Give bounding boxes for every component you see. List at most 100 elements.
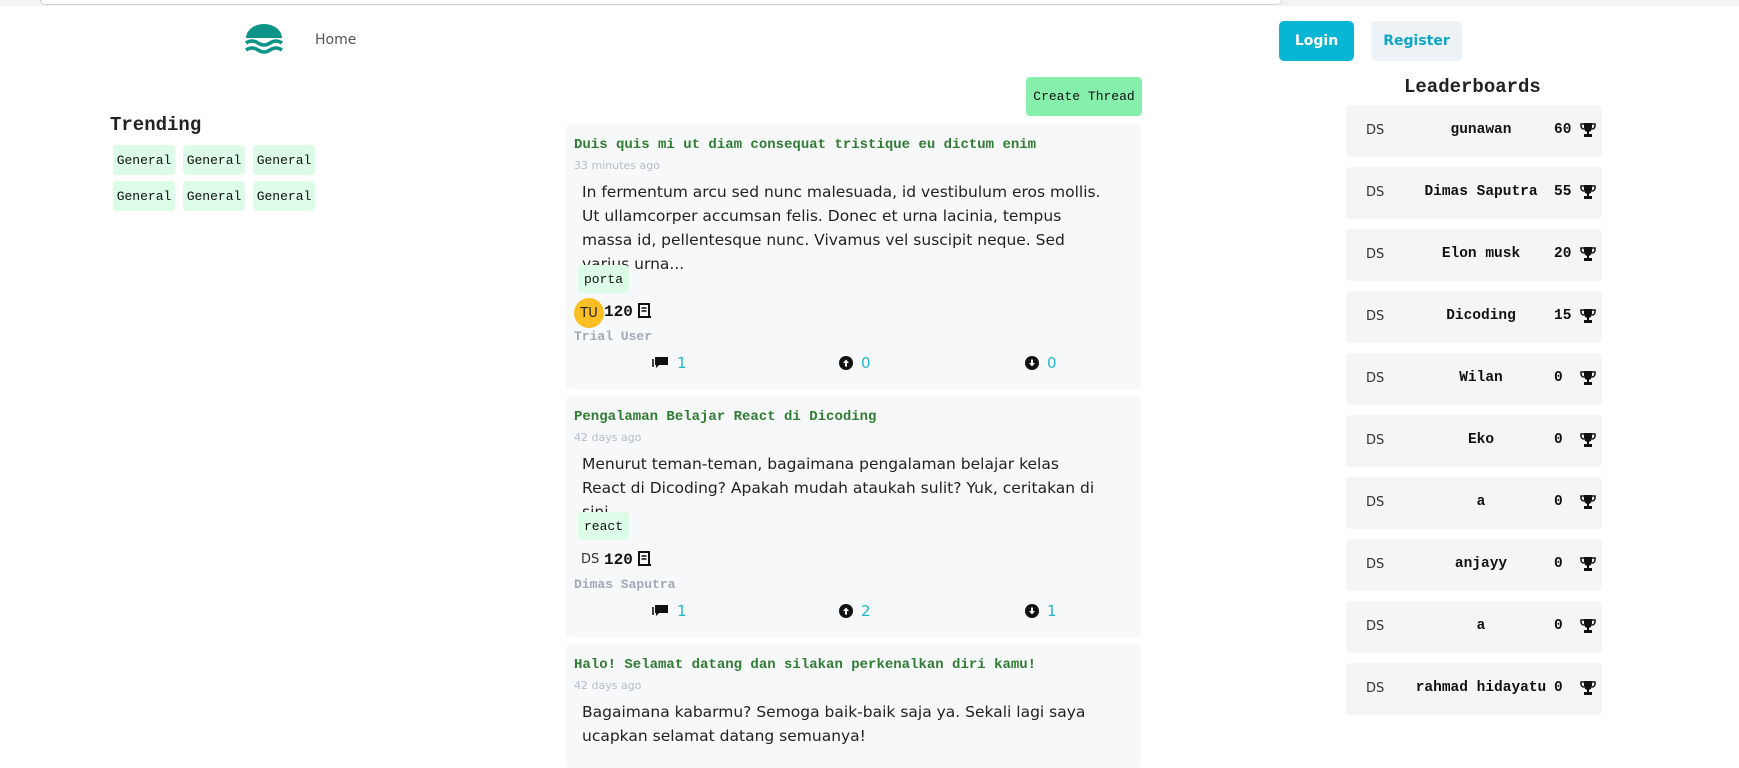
avatar: DS bbox=[1366, 123, 1385, 138]
trending-tag[interactable]: General bbox=[253, 145, 315, 175]
downvote-count: 1 bbox=[1047, 602, 1057, 620]
trophy-icon bbox=[1580, 557, 1596, 571]
leaderboard-name: gunawan bbox=[1450, 122, 1512, 138]
avatar: DS bbox=[1366, 309, 1385, 324]
avatar: DS bbox=[581, 552, 600, 567]
document-icon bbox=[638, 551, 651, 566]
thread-card[interactable]: Pengalaman Belajar React di Dicoding 42 … bbox=[566, 397, 1141, 637]
avatar: DS bbox=[1366, 371, 1385, 386]
wave-logo-icon[interactable] bbox=[244, 24, 284, 58]
trophy-icon bbox=[1580, 495, 1596, 509]
avatar: DS bbox=[1366, 619, 1385, 634]
thread-title[interactable]: Halo! Selamat datang dan silakan perkena… bbox=[574, 657, 1036, 673]
leaderboard-row[interactable]: DS Eko 0 bbox=[1346, 415, 1602, 467]
thread-body: Menurut teman-teman, bagaimana pengalama… bbox=[582, 455, 1095, 521]
leaderboard-row[interactable]: DS rahmad hidayatu 0 bbox=[1346, 663, 1602, 715]
trending-title: Trending bbox=[110, 114, 202, 136]
leaderboard-row[interactable]: DS Dimas Saputra 55 bbox=[1346, 167, 1602, 219]
comment-count-value: 1 bbox=[677, 354, 687, 372]
downvote-button[interactable]: 0 bbox=[1025, 354, 1057, 372]
upvote-button[interactable]: 0 bbox=[839, 354, 871, 372]
leaderboard-score: 0 bbox=[1554, 556, 1563, 572]
leaderboard-name: rahmad hidayatu bbox=[1415, 680, 1547, 696]
upvote-count: 2 bbox=[861, 602, 871, 620]
thread-card[interactable]: Duis quis mi ut diam consequat tristique… bbox=[566, 125, 1141, 389]
leaderboard-score: 0 bbox=[1554, 370, 1563, 386]
avatar: DS bbox=[1366, 247, 1385, 262]
leaderboard-name: anjayy bbox=[1454, 556, 1508, 572]
thread-title[interactable]: Duis quis mi ut diam consequat tristique… bbox=[574, 137, 1036, 153]
comment-count[interactable]: 1 bbox=[652, 602, 687, 620]
downvote-button[interactable]: 1 bbox=[1025, 602, 1057, 620]
document-icon bbox=[638, 303, 651, 318]
leaderboard-row[interactable]: DS anjayy 0 bbox=[1346, 539, 1602, 591]
trending-tag[interactable]: General bbox=[113, 145, 175, 175]
arrow-up-circle-icon bbox=[839, 356, 853, 370]
comment-icon bbox=[652, 605, 668, 616]
trophy-icon bbox=[1580, 371, 1596, 385]
avatar: TU bbox=[574, 298, 604, 328]
thread-title[interactable]: Pengalaman Belajar React di Dicoding bbox=[574, 409, 876, 425]
leaderboard-score: 0 bbox=[1554, 432, 1563, 448]
leaderboard-row[interactable]: DS a 0 bbox=[1346, 601, 1602, 653]
address-bar-edge bbox=[40, 0, 1282, 5]
avatar: DS bbox=[1366, 433, 1385, 448]
leaderboard-score: 0 bbox=[1554, 494, 1563, 510]
leaderboard-row[interactable]: DS Dicoding 15 bbox=[1346, 291, 1602, 343]
comment-icon bbox=[652, 357, 668, 368]
thread-author: Trial User bbox=[574, 329, 653, 344]
thread-category-tag[interactable]: react bbox=[578, 512, 630, 540]
avatar: DS bbox=[1366, 495, 1385, 510]
downvote-count: 0 bbox=[1047, 354, 1057, 372]
leaderboard-row[interactable]: DS a 0 bbox=[1346, 477, 1602, 529]
thread-body: In fermentum arcu sed nunc malesuada, id… bbox=[582, 183, 1101, 273]
leaderboard-score: 60 bbox=[1554, 122, 1572, 138]
thread-body: Bagaimana kabarmu? Semoga baik-baik saja… bbox=[582, 703, 1086, 745]
thread-time: 33 minutes ago bbox=[574, 159, 660, 172]
arrow-up-circle-icon bbox=[839, 604, 853, 618]
leaderboard-name: Elon musk bbox=[1441, 246, 1521, 262]
upvote-count: 0 bbox=[861, 354, 871, 372]
leaderboard-score: 55 bbox=[1554, 184, 1572, 200]
trending-tag[interactable]: General bbox=[183, 145, 245, 175]
upvote-button[interactable]: 2 bbox=[839, 602, 871, 620]
trending-tag[interactable]: General bbox=[113, 181, 175, 211]
arrow-down-circle-icon bbox=[1025, 604, 1039, 618]
nav-home-link[interactable]: Home bbox=[315, 32, 356, 48]
avatar: DS bbox=[1366, 185, 1385, 200]
trending-tag[interactable]: General bbox=[183, 181, 245, 211]
user-score: 120 bbox=[604, 551, 633, 569]
leaderboard-score: 15 bbox=[1554, 308, 1572, 324]
avatar: DS bbox=[1366, 681, 1385, 696]
comment-count[interactable]: 1 bbox=[652, 354, 687, 372]
comment-count-value: 1 bbox=[677, 602, 687, 620]
leaderboard-title: Leaderboards bbox=[1404, 76, 1541, 98]
thread-category-tag[interactable]: porta bbox=[578, 265, 630, 293]
leaderboard-name: a bbox=[1476, 494, 1486, 510]
leaderboard-name: Dicoding bbox=[1446, 308, 1516, 324]
avatar: DS bbox=[1366, 557, 1385, 572]
leaderboard-row[interactable]: DS Elon musk 20 bbox=[1346, 229, 1602, 281]
thread-author: Dimas Saputra bbox=[574, 577, 676, 592]
create-thread-button[interactable]: Create Thread bbox=[1026, 77, 1142, 116]
register-button[interactable]: Register bbox=[1371, 21, 1462, 61]
leaderboard-name: a bbox=[1476, 618, 1486, 634]
leaderboard-row[interactable]: DS Wilan 0 bbox=[1346, 353, 1602, 405]
leaderboard-name: Wilan bbox=[1459, 370, 1503, 386]
arrow-down-circle-icon bbox=[1025, 356, 1039, 370]
browser-top-strip bbox=[0, 0, 1739, 6]
trophy-icon bbox=[1580, 247, 1596, 261]
leaderboard-row[interactable]: DS gunawan 60 bbox=[1346, 105, 1602, 157]
user-score: 120 bbox=[604, 303, 633, 321]
trophy-icon bbox=[1580, 433, 1596, 447]
leaderboard-score: 20 bbox=[1554, 246, 1572, 262]
thread-card[interactable]: Halo! Selamat datang dan silakan perkena… bbox=[566, 645, 1141, 768]
trophy-icon bbox=[1580, 309, 1596, 323]
trophy-icon bbox=[1580, 185, 1596, 199]
leaderboard-name: Eko bbox=[1467, 432, 1495, 448]
leaderboard-score: 0 bbox=[1554, 680, 1563, 696]
trending-tags: General General General General General … bbox=[113, 145, 323, 211]
trending-tag[interactable]: General bbox=[253, 181, 315, 211]
thread-time: 42 days ago bbox=[574, 679, 642, 692]
login-button[interactable]: Login bbox=[1279, 21, 1354, 61]
